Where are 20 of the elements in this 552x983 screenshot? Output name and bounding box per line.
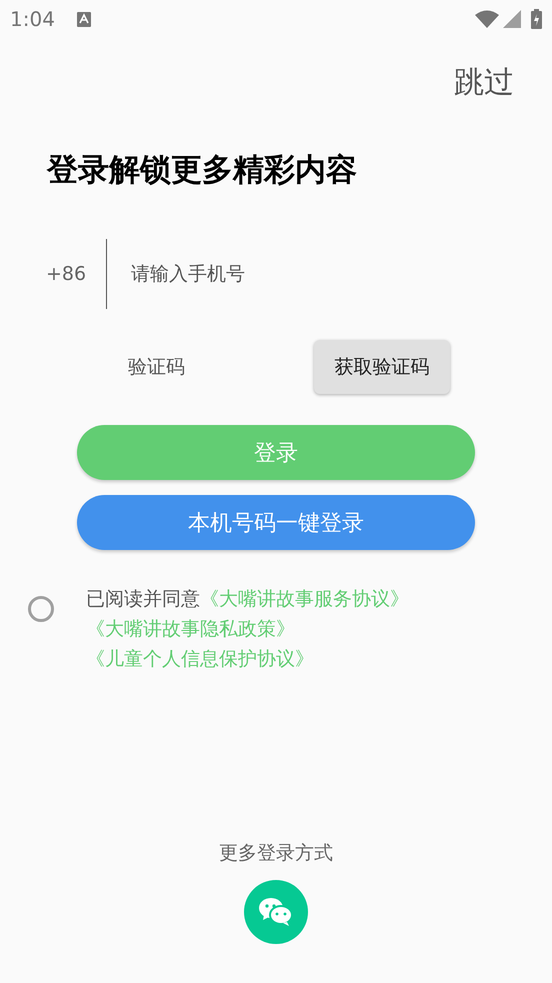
agreement-link[interactable]: 《大嘴讲故事隐私政策》 (86, 618, 295, 640)
agreement-link[interactable]: 《大嘴讲故事服务协议》 (200, 588, 409, 610)
battery-icon (531, 9, 542, 29)
keyboard-icon (76, 12, 91, 26)
wifi-icon (475, 10, 499, 28)
code-input[interactable]: 验证码 (128, 356, 308, 378)
signal-icon (503, 10, 521, 28)
get-code-button[interactable]: 获取验证码 (314, 340, 450, 394)
agreement-text: 已阅读并同意《大嘴讲故事服务协议》 《大嘴讲故事隐私政策》 《儿童个人信息保护协议》 (86, 587, 410, 672)
one-tap-login-button[interactable]: 本机号码一键登录 (77, 495, 475, 550)
skip-button[interactable]: 跳过 (454, 62, 514, 103)
chat-bubbles-icon (259, 898, 293, 926)
phone-input[interactable]: 请输入手机号 (131, 263, 431, 285)
country-code: +86 (46, 263, 88, 285)
status-time: 1:04 (10, 7, 55, 31)
agree-checkbox[interactable] (28, 596, 54, 622)
more-login-label: 更多登录方式 (219, 841, 333, 866)
page-title: 登录解锁更多精彩内容 (47, 151, 358, 190)
login-button[interactable]: 登录 (77, 425, 475, 480)
agreement-link[interactable]: 《儿童个人信息保护协议》 (86, 648, 314, 670)
